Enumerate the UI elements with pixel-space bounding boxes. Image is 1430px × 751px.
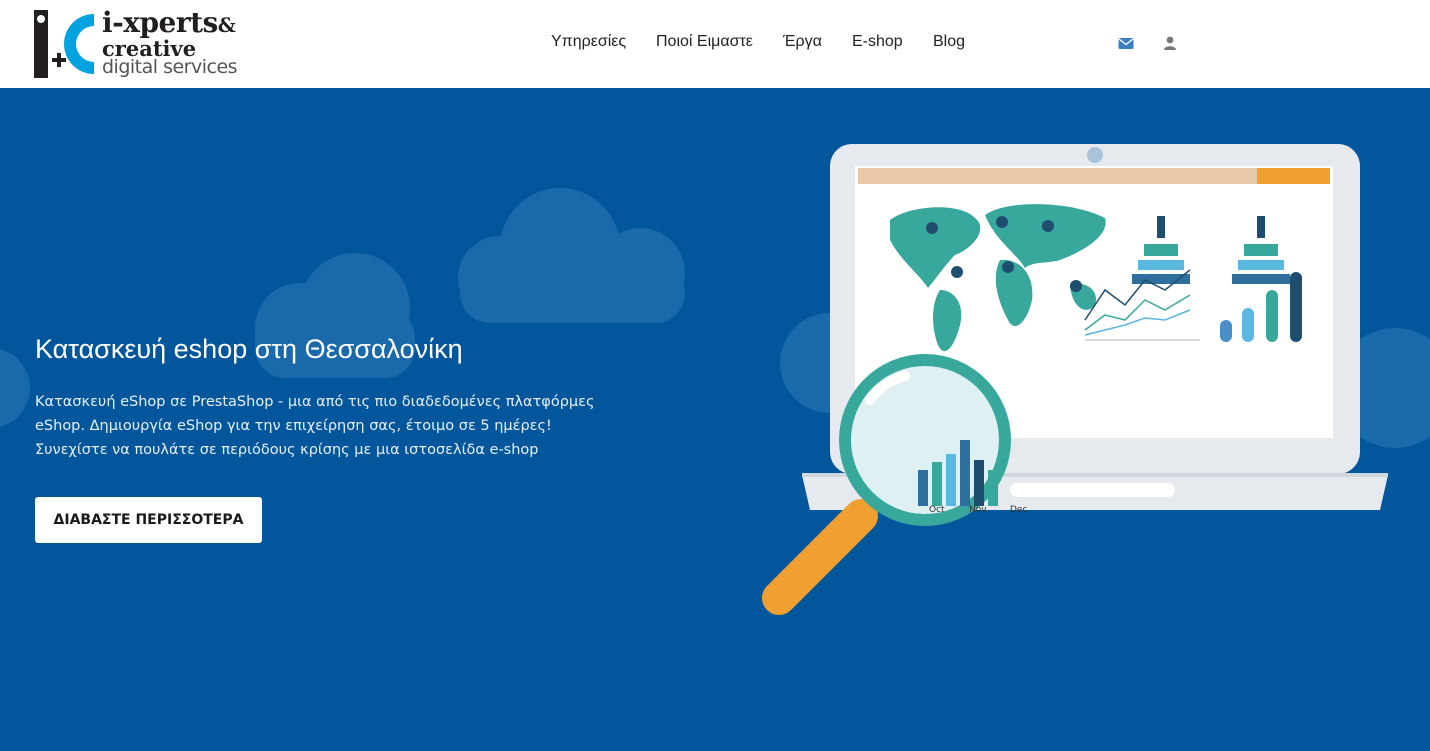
nav-item-projects[interactable]: Έργα (783, 33, 822, 51)
logo-mark-icon (34, 10, 94, 78)
envelope-icon[interactable] (1118, 34, 1134, 52)
logo-line3: digital services (102, 56, 238, 78)
logo-line1: i-xperts (102, 6, 218, 39)
nav-item-blog[interactable]: Blog (933, 33, 965, 51)
nav-item-eshop[interactable]: E-shop (852, 33, 903, 51)
user-icon[interactable] (1162, 34, 1178, 52)
laptop-analytics-illustration (761, 144, 1388, 616)
logo-amp: & (217, 13, 236, 37)
read-more-button[interactable]: ΔΙΑΒΑΣΤΕ ΠΕΡΙΣΣΟΤΕΡΑ (35, 497, 262, 543)
nav-item-services[interactable]: Υπηρεσίες (551, 33, 626, 51)
site-header: i-xperts& creative digital services Υπηρ… (0, 0, 1430, 88)
site-logo[interactable]: i-xperts& creative digital services (34, 6, 249, 80)
hero-title: Κατασκευή eshop στη Θεσσαλονίκη (35, 334, 463, 364)
magnifier-icon (761, 354, 1011, 616)
nav-item-about[interactable]: Ποιοί Ειμαστε (656, 33, 753, 51)
hero-description: Κατασκευή eShop σε PrestaShop - μια από … (35, 394, 595, 458)
